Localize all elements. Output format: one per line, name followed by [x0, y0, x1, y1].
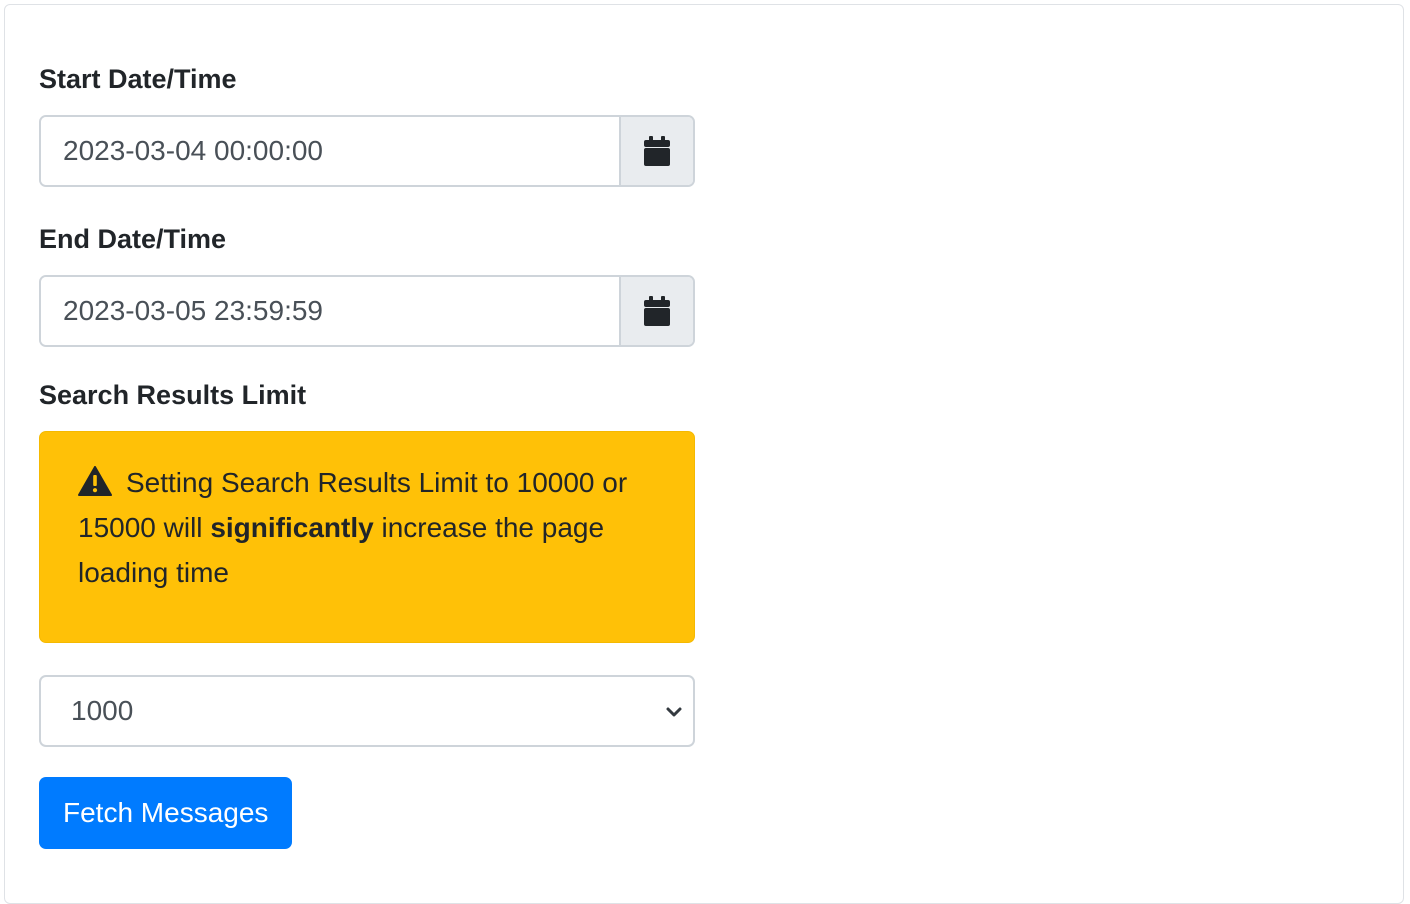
search-card: Start Date/Time End Date/Time	[4, 4, 1404, 904]
start-datetime-group	[39, 115, 695, 187]
warning-icon	[78, 466, 112, 496]
start-datetime-input[interactable]	[41, 117, 619, 185]
search-limit-select[interactable]: 1000	[39, 675, 695, 747]
search-limit-label: Search Results Limit	[39, 380, 307, 410]
search-form: Start Date/Time End Date/Time	[39, 61, 695, 849]
end-datetime-group	[39, 275, 695, 347]
warning-text-bold: significantly	[210, 512, 374, 543]
search-limit-selected-value: 1000	[71, 695, 134, 726]
end-datetime-input[interactable]	[41, 277, 619, 345]
chevron-down-icon	[666, 707, 682, 717]
fetch-messages-button[interactable]: Fetch Messages	[39, 777, 293, 849]
end-datetime-picker-button[interactable]	[619, 277, 693, 345]
calendar-icon	[644, 136, 670, 166]
calendar-icon	[644, 296, 670, 326]
start-datetime-label: Start Date/Time	[39, 64, 237, 94]
end-datetime-label: End Date/Time	[39, 224, 227, 254]
start-datetime-picker-button[interactable]	[619, 117, 693, 185]
search-limit-warning-alert: Setting Search Results Limit to 10000 or…	[39, 431, 695, 643]
